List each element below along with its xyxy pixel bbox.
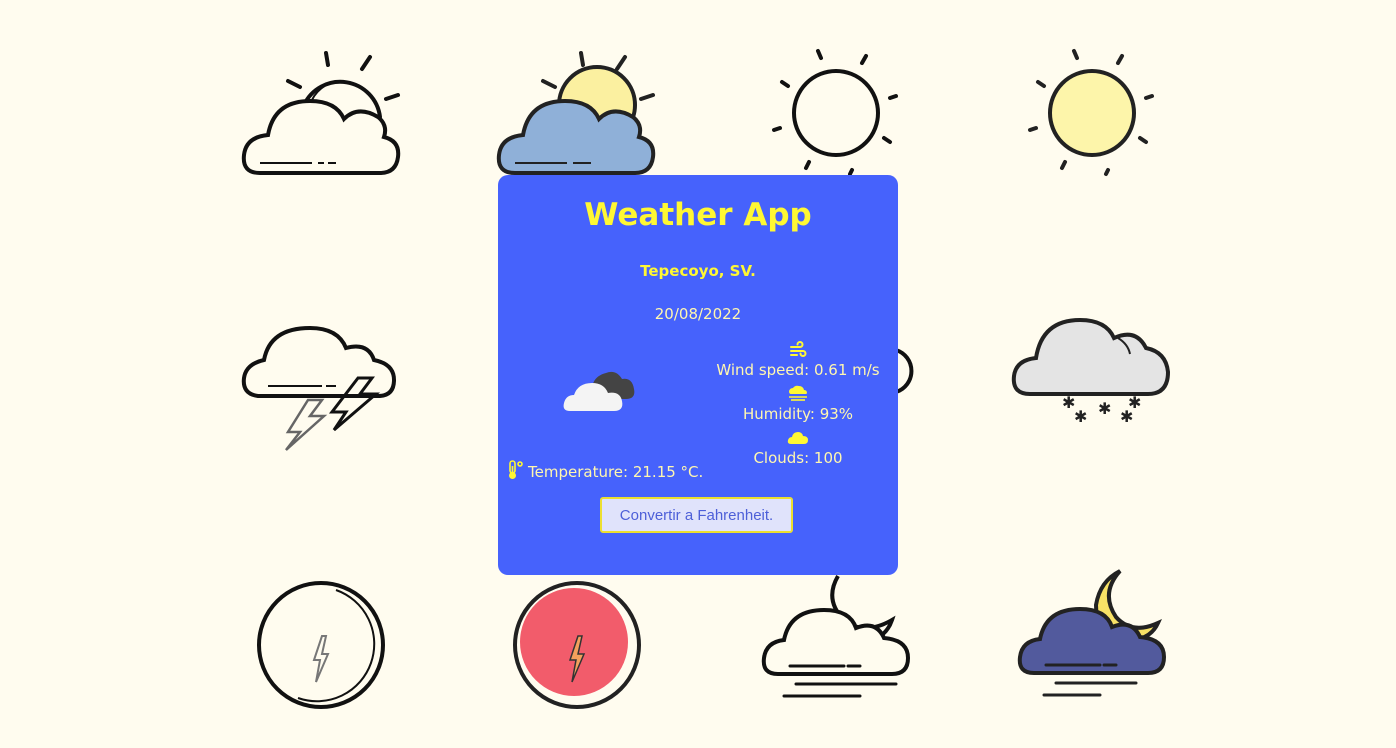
cloud-icon bbox=[708, 429, 888, 449]
broken-clouds-icon bbox=[562, 365, 636, 417]
weather-stats: Wind speed: 0.61 m/s Humidity: 93% Cloud… bbox=[708, 341, 888, 473]
wind-speed-label: Wind speed: 0.61 m/s bbox=[716, 361, 880, 379]
sun-color-icon bbox=[1026, 48, 1161, 178]
svg-text:✱: ✱ bbox=[1098, 399, 1111, 418]
partly-cloudy-outline-icon bbox=[240, 45, 405, 180]
clouds-label: Clouds: 100 bbox=[753, 449, 843, 467]
date-label: 20/08/2022 bbox=[654, 305, 742, 323]
sun-outline-icon bbox=[770, 48, 905, 178]
temperature-label: Temperature: 21.15 °C. bbox=[528, 463, 704, 481]
weather-card: Weather App Tepecoyo, SV. 20/08/2022 Win… bbox=[498, 175, 898, 575]
app-title: Weather App bbox=[584, 197, 812, 233]
thunderstorm-outline-icon bbox=[240, 320, 400, 455]
convert-fahrenheit-button[interactable]: Convertir a Fahrenheit. bbox=[600, 497, 793, 533]
lightning-circle-outline-icon bbox=[256, 580, 386, 710]
thermometer-icon bbox=[506, 460, 524, 484]
night-fog-outline-icon bbox=[760, 570, 920, 705]
partly-cloudy-color-icon bbox=[495, 45, 660, 180]
humidity-label: Humidity: 93% bbox=[742, 405, 854, 423]
location-label: Tepecoyo, SV. bbox=[640, 262, 756, 280]
snow-cloud-icon: ✱ ✱ ✱ ✱ ✱ bbox=[1010, 314, 1175, 429]
svg-text:✱: ✱ bbox=[1120, 407, 1133, 426]
temperature-row: Temperature: 21.15 °C. bbox=[506, 460, 703, 484]
humidity-icon bbox=[708, 385, 888, 405]
wind-icon bbox=[708, 341, 888, 361]
night-fog-color-icon bbox=[1016, 565, 1176, 705]
svg-text:✱: ✱ bbox=[1074, 407, 1087, 426]
lightning-circle-color-icon bbox=[512, 580, 642, 710]
